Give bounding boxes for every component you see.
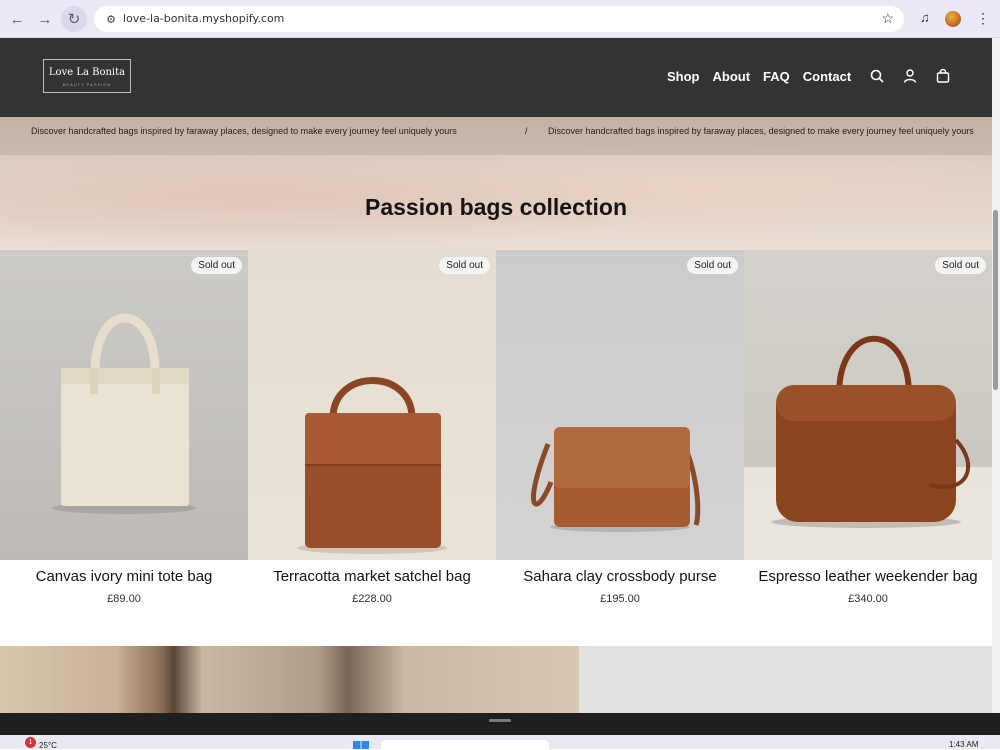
announcement-text: Discover handcrafted bags inspired by fa… (548, 126, 974, 136)
feature-panel (579, 646, 992, 713)
menu-dots-icon[interactable]: ⋮ (976, 10, 990, 27)
main-nav: Shop About FAQ Contact (667, 69, 851, 84)
scrollbar[interactable] (992, 38, 1000, 713)
forward-icon[interactable]: → (34, 8, 56, 30)
browser-toolbar: ← → ↻ ⚙ love-la-bonita.myshopify.com ☆ ♫… (0, 0, 1000, 38)
sold-out-badge: Sold out (439, 257, 490, 274)
url-text[interactable]: love-la-bonita.myshopify.com (123, 12, 284, 25)
product-card[interactable]: Sold out Espresso leather weekender bag … (744, 250, 992, 610)
notification-badge[interactable]: 1 (25, 737, 36, 748)
logo[interactable]: Love La Bonita BEAUTY PASSION (43, 59, 131, 93)
product-image[interactable] (496, 250, 744, 560)
reload-icon[interactable]: ↻ (61, 6, 87, 32)
product-name[interactable]: Terracotta market satchel bag (248, 568, 496, 585)
announcement-separator: / (525, 126, 528, 136)
account-icon[interactable] (902, 68, 918, 84)
product-image[interactable] (248, 250, 496, 560)
media-icon[interactable]: ♫ (920, 10, 930, 25)
collection-hero: Discover handcrafted bags inspired by fa… (0, 117, 992, 250)
logo-tagline: BEAUTY PASSION (62, 82, 112, 87)
crossbody-purse-illustration (531, 427, 701, 532)
product-price: £228.00 (352, 593, 392, 605)
nav-shop[interactable]: Shop (667, 69, 700, 84)
product-name[interactable]: Sahara clay crossbody purse (496, 568, 744, 585)
nav-about[interactable]: About (713, 69, 751, 84)
satchel-bag-illustration (297, 377, 447, 554)
nav-faq[interactable]: FAQ (763, 69, 790, 84)
clock[interactable]: 1:43 AM (949, 740, 978, 749)
sold-out-badge: Sold out (935, 257, 986, 274)
product-price: £340.00 (848, 593, 888, 605)
announcement-bar: Discover handcrafted bags inspired by fa… (0, 117, 992, 155)
address-bar[interactable]: ⚙ love-la-bonita.myshopify.com ☆ (94, 6, 904, 32)
taskbar-search[interactable] (381, 740, 549, 749)
search-icon[interactable] (869, 68, 885, 84)
product-card[interactable]: Sold out Terracotta market satchel bag £… (248, 250, 496, 610)
site-info-icon[interactable]: ⚙ (102, 10, 120, 28)
avatar[interactable] (945, 11, 961, 27)
cart-icon[interactable] (935, 68, 951, 84)
star-icon[interactable]: ☆ (881, 10, 894, 27)
tote-bag-illustration (52, 313, 196, 514)
logo-name: Love La Bonita (48, 67, 126, 78)
product-card[interactable]: Sold out Canvas ivory mini tote bag £89.… (0, 250, 248, 610)
back-icon[interactable]: ← (6, 8, 28, 30)
windows-start-icon[interactable] (353, 741, 369, 749)
scrollbar-thumb[interactable] (993, 210, 998, 390)
taskbar: 1 25°C 1:43 AM (0, 713, 1000, 750)
product-name[interactable]: Espresso leather weekender bag (744, 568, 992, 585)
product-image[interactable] (0, 250, 248, 560)
weekender-bag-illustration (771, 336, 971, 528)
product-price: £195.00 (600, 593, 640, 605)
lifestyle-image (0, 646, 579, 713)
sold-out-badge: Sold out (687, 257, 738, 274)
product-name[interactable]: Canvas ivory mini tote bag (0, 568, 248, 585)
drag-handle[interactable] (489, 719, 511, 722)
product-image[interactable] (744, 250, 992, 560)
product-price: £89.00 (107, 593, 141, 605)
announcement-text: Discover handcrafted bags inspired by fa… (31, 126, 457, 136)
page-title: Passion bags collection (364, 194, 628, 220)
site-header: Love La Bonita BEAUTY PASSION Shop About… (0, 38, 992, 117)
product-card[interactable]: Sold out Sahara clay crossbody purse £19… (496, 250, 744, 610)
nav-contact[interactable]: Contact (803, 69, 851, 84)
sold-out-badge: Sold out (191, 257, 242, 274)
